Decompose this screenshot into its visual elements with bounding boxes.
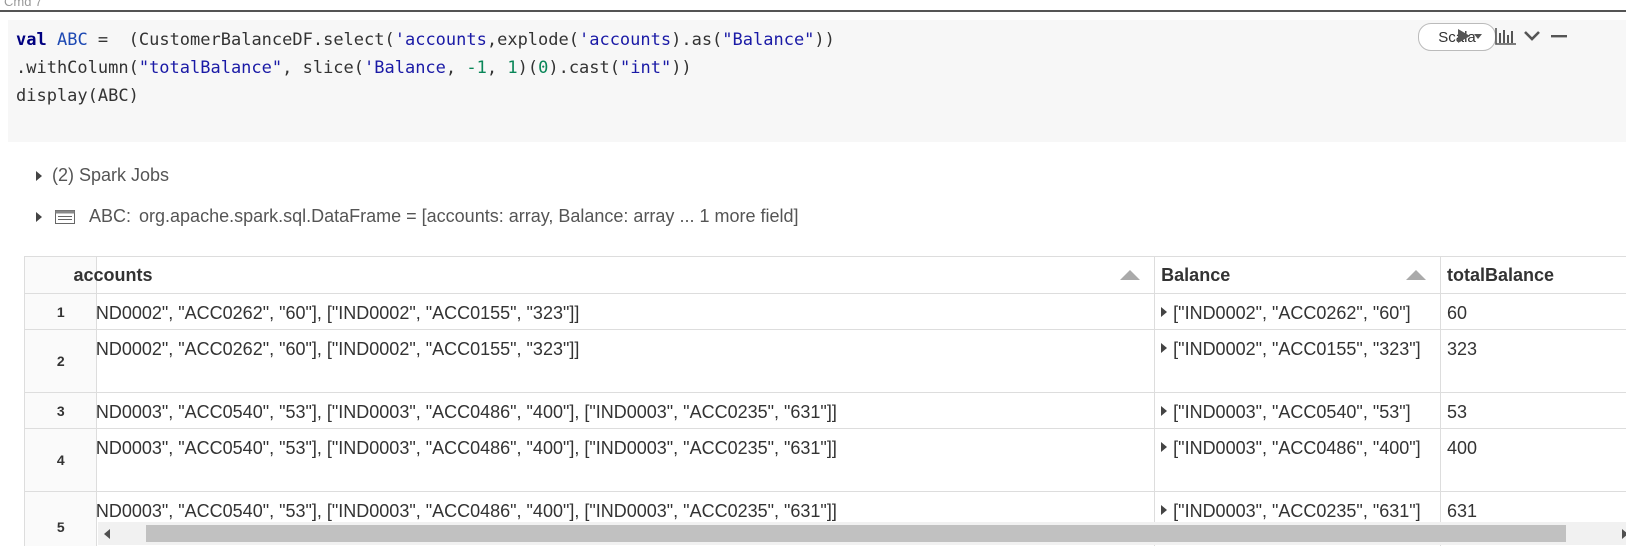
code-number: -1 [466, 58, 486, 78]
expand-triangle-icon [36, 212, 42, 222]
row-number: 3 [25, 393, 97, 429]
expand-triangle-icon [36, 171, 42, 181]
row-number: 2 [25, 330, 97, 393]
balance-cell: ["IND0002", "ACC0262", "60"] [1155, 294, 1441, 330]
table-row: 2 [["IND0002", "ACC0262", "60"], ["IND00… [25, 330, 1626, 393]
expand-triangle-icon[interactable] [1161, 406, 1167, 416]
row-number: 1 [25, 294, 97, 330]
expand-triangle-icon[interactable] [1161, 505, 1167, 515]
code-string: "int" [620, 58, 671, 78]
code-symbol: 'Balance [364, 58, 446, 78]
collapse-button[interactable] [1520, 24, 1544, 48]
column-header-accounts[interactable]: accounts [97, 257, 1155, 294]
schema-toggle[interactable]: ABC: org.apache.spark.sql.DataFrame = [a… [36, 206, 799, 227]
chart-button[interactable] [1494, 24, 1518, 48]
accounts-cell: [["IND0002", "ACC0262", "60"], ["IND0002… [97, 330, 1155, 393]
expand-triangle-icon[interactable] [1161, 343, 1167, 353]
code-symbol: 'accounts [579, 30, 671, 50]
cell-label: Cmd 7 [4, 0, 42, 9]
minus-icon [1550, 29, 1568, 43]
total-balance-cell: 53 [1441, 393, 1626, 429]
code-string: "Balance" [722, 30, 814, 50]
spark-jobs-toggle[interactable]: (2) Spark Jobs [36, 165, 169, 186]
scrollbar-thumb[interactable] [146, 525, 1566, 542]
code-identifier: ABC [57, 30, 88, 50]
scroll-left-icon[interactable] [104, 529, 110, 539]
balance-cell: ["IND0002", "ACC0155", "323"] [1155, 330, 1441, 393]
code-text: )) [671, 58, 691, 78]
play-icon [1455, 27, 1487, 45]
chevron-down-icon [1522, 29, 1542, 43]
run-cell-button[interactable] [1454, 24, 1488, 48]
total-balance-cell: 60 [1441, 294, 1626, 330]
expand-triangle-icon[interactable] [1161, 442, 1167, 452]
code-number: 0 [538, 58, 548, 78]
bar-chart-icon [1495, 27, 1517, 45]
code-text: display(ABC) [16, 86, 139, 106]
accounts-cell: [["IND0002", "ACC0262", "60"], ["IND0002… [97, 294, 1155, 330]
code-text: )( [518, 58, 538, 78]
balance-cell: ["IND0003", "ACC0486", "400"] [1155, 429, 1441, 492]
code-text: ,explode( [487, 30, 579, 50]
minimize-button[interactable] [1548, 24, 1570, 48]
row-number: 4 [25, 429, 97, 492]
code-editor[interactable]: val ABC = (CustomerBalanceDF.select('acc… [16, 26, 835, 110]
spark-jobs-label: (2) Spark Jobs [52, 165, 169, 186]
column-header-balance[interactable]: Balance [1155, 257, 1441, 294]
code-text: ).as( [671, 30, 722, 50]
code-number: 1 [507, 58, 517, 78]
code-symbol: 'accounts [395, 30, 487, 50]
table-icon [55, 210, 75, 224]
total-balance-cell: 323 [1441, 330, 1626, 393]
code-text: .withColumn( [16, 58, 139, 78]
cell-divider [0, 10, 1626, 12]
sort-arrow-icon[interactable] [1120, 270, 1140, 280]
row-number: 5 [25, 492, 97, 546]
code-text: )) [814, 30, 834, 50]
expand-triangle-icon[interactable] [1161, 307, 1167, 317]
table-row: 4 [["IND0003", "ACC0540", "53"], ["IND00… [25, 429, 1626, 492]
code-string: "totalBalance" [139, 58, 282, 78]
column-header-totalbalance[interactable]: totalBalance [1441, 257, 1626, 294]
results-table[interactable]: accounts Balance totalBalance 1 [["IND00… [24, 256, 1626, 546]
code-text: , [487, 58, 507, 78]
code-keyword: val [16, 30, 47, 50]
schema-name: ABC: [89, 206, 131, 227]
balance-cell: ["IND0003", "ACC0540", "53"] [1155, 393, 1441, 429]
code-text: , slice( [282, 58, 364, 78]
horizontal-scrollbar[interactable] [98, 522, 1626, 545]
accounts-cell: [["IND0003", "ACC0540", "53"], ["IND0003… [97, 393, 1155, 429]
scroll-right-icon[interactable] [1622, 529, 1626, 539]
code-text: , [446, 58, 466, 78]
code-text: = (CustomerBalanceDF.select( [88, 30, 395, 50]
table-row: 1 [["IND0002", "ACC0262", "60"], ["IND00… [25, 294, 1626, 330]
total-balance-cell: 400 [1441, 429, 1626, 492]
sort-arrow-icon[interactable] [1406, 270, 1426, 280]
table-row: 3 [["IND0003", "ACC0540", "53"], ["IND00… [25, 393, 1626, 429]
schema-text: org.apache.spark.sql.DataFrame = [accoun… [139, 206, 798, 227]
accounts-cell: [["IND0003", "ACC0540", "53"], ["IND0003… [97, 429, 1155, 492]
code-text: ).cast( [548, 58, 620, 78]
